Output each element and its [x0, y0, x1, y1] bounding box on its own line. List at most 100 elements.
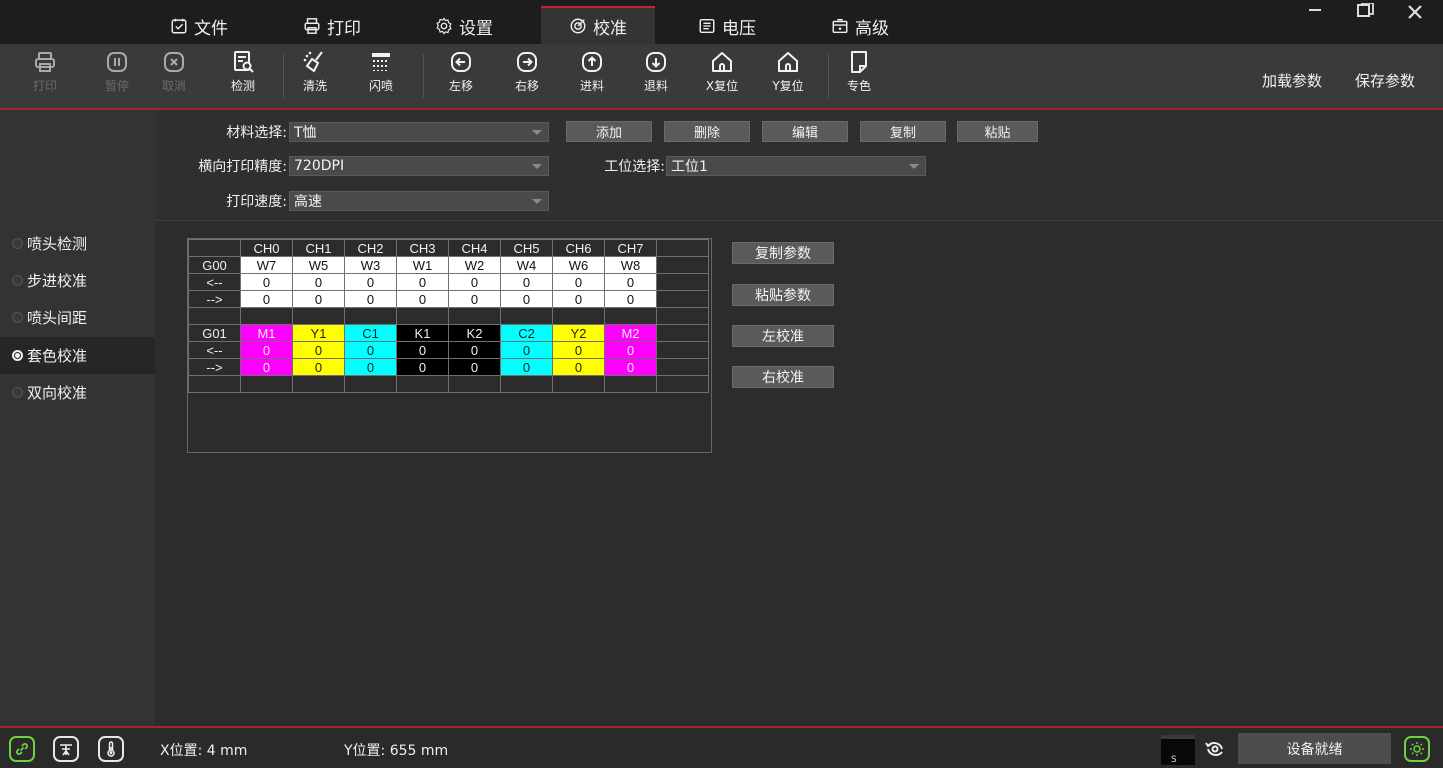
offset-cell[interactable]: 0	[292, 358, 345, 376]
temperature-status[interactable]	[98, 736, 124, 762]
tab-calibrate-label: 校准	[593, 18, 627, 39]
offset-cell[interactable]: 0	[500, 358, 553, 376]
y-home-button[interactable]: Y复位	[763, 50, 813, 94]
move-left-button[interactable]: 左移	[436, 50, 486, 94]
offset-cell[interactable]: 0	[344, 341, 397, 359]
inspect-button[interactable]: 检测	[218, 50, 268, 94]
restore-icon[interactable]	[1355, 0, 1375, 24]
offset-cell[interactable]: 0	[396, 290, 449, 308]
load-params-button[interactable]: 加载参数	[1262, 70, 1322, 91]
tab-voltage[interactable]: 电压	[698, 8, 756, 44]
flash-spray-icon	[372, 53, 390, 71]
calibrate-icon	[570, 18, 586, 34]
offset-cell[interactable]: 0	[396, 273, 449, 291]
offset-cell[interactable]: 0	[344, 273, 397, 291]
offset-cell[interactable]: 0	[292, 341, 345, 359]
minimize-icon[interactable]	[1305, 0, 1325, 24]
tab-voltage-label: 电压	[722, 18, 756, 39]
spot-color-button[interactable]: 专色	[834, 50, 884, 94]
column-header: CH0	[240, 239, 293, 257]
retract-button[interactable]: 退料	[631, 50, 681, 94]
tab-settings[interactable]: 设置	[435, 8, 493, 44]
flash-spray-button[interactable]: 闪喷	[356, 50, 406, 94]
paste-button[interactable]: 粘贴	[957, 121, 1038, 142]
left-offset-row: <-- 0 0 0 0 0 0 0 0	[188, 273, 709, 291]
offset-cell[interactable]: 0	[604, 290, 657, 308]
move-right-button[interactable]: 右移	[502, 50, 552, 94]
print-button[interactable]: 打印	[20, 50, 70, 94]
channel-cell: W1	[396, 256, 449, 274]
tab-settings-label: 设置	[459, 18, 493, 39]
tab-print[interactable]: 打印	[303, 8, 361, 44]
offset-cell[interactable]: 0	[448, 341, 501, 359]
pause-button[interactable]: 暂停	[92, 50, 142, 94]
connection-status[interactable]	[9, 736, 35, 762]
table-cell	[500, 375, 553, 393]
offset-cell[interactable]: 0	[240, 273, 293, 291]
offset-cell[interactable]: 0	[292, 290, 345, 308]
offset-cell[interactable]: 0	[448, 273, 501, 291]
inspect-icon	[234, 51, 254, 73]
right-offset-row: --> 0 0 0 0 0 0 0 0	[188, 358, 709, 376]
x-home-button[interactable]: X复位	[697, 50, 747, 94]
close-icon[interactable]	[1405, 0, 1425, 24]
offset-cell[interactable]: 0	[344, 290, 397, 308]
sidebar-item-bidirectional-calibrate[interactable]: 双向校准	[0, 374, 155, 411]
channel-cell: W3	[344, 256, 397, 274]
clean-button-label: 清洗	[302, 79, 327, 93]
refresh-status[interactable]	[1203, 737, 1227, 761]
material-select[interactable]: T恤	[289, 122, 549, 142]
row-header: G01	[188, 324, 241, 342]
right-calibrate-button[interactable]: 右校准	[732, 366, 834, 388]
offset-cell[interactable]: 0	[448, 290, 501, 308]
add-button[interactable]: 添加	[566, 121, 652, 142]
left-calibrate-button[interactable]: 左校准	[732, 325, 834, 347]
tab-file-label: 文件	[194, 18, 228, 39]
tab-calibrate[interactable]: 校准	[541, 6, 655, 44]
speed-select[interactable]: 高速	[289, 191, 549, 211]
copy-params-button[interactable]: 复制参数	[732, 242, 834, 264]
speed-label: 打印速度:	[226, 194, 287, 210]
sidebar-item-head-check[interactable]: 喷头检测	[0, 225, 155, 262]
tab-advanced[interactable]: 高级	[831, 8, 889, 44]
cancel-button[interactable]: 取消	[149, 50, 199, 94]
file-check-icon	[171, 18, 187, 34]
offset-cell[interactable]: 0	[448, 358, 501, 376]
offset-cell[interactable]: 0	[396, 341, 449, 359]
offset-cell[interactable]: 0	[604, 273, 657, 291]
offset-cell[interactable]: 0	[552, 341, 605, 359]
offset-cell[interactable]: 0	[604, 358, 657, 376]
paste-params-button[interactable]: 粘贴参数	[732, 284, 834, 306]
delete-button[interactable]: 删除	[664, 121, 750, 142]
offset-cell[interactable]: 0	[240, 358, 293, 376]
sidebar-item-head-spacing[interactable]: 喷头间距	[0, 299, 155, 336]
copy-button[interactable]: 复制	[860, 121, 946, 142]
save-params-button[interactable]: 保存参数	[1355, 70, 1415, 91]
offset-cell[interactable]: 0	[292, 273, 345, 291]
toolbar: 打印 暂停 取消 检测 清洗 闪喷 左移 右移 进料 退料 X复位 Y复位 专色…	[0, 44, 1443, 110]
offset-cell[interactable]: 0	[240, 290, 293, 308]
offset-cell[interactable]: 0	[396, 358, 449, 376]
offset-cell[interactable]: 0	[500, 290, 553, 308]
station-select[interactable]: 工位1	[666, 156, 926, 176]
tab-file[interactable]: 文件	[170, 8, 228, 44]
light-toggle[interactable]	[1404, 736, 1430, 762]
edit-button[interactable]: 编辑	[762, 121, 848, 142]
clean-button[interactable]: 清洗	[290, 50, 340, 94]
offset-cell[interactable]: 0	[344, 358, 397, 376]
offset-cell[interactable]: 0	[500, 273, 553, 291]
offset-cell[interactable]: 0	[552, 290, 605, 308]
sidebar-item-step-calibrate[interactable]: 步进校准	[0, 262, 155, 299]
column-header	[188, 239, 241, 257]
sidebar-item-color-registration[interactable]: 套色校准	[0, 337, 155, 374]
offset-cell[interactable]: 0	[240, 341, 293, 359]
feed-button[interactable]: 进料	[567, 50, 617, 94]
table-cell	[656, 375, 709, 393]
offset-cell[interactable]: 0	[604, 341, 657, 359]
offset-cell[interactable]: 0	[552, 273, 605, 291]
precision-select[interactable]: 720DPI	[289, 156, 549, 176]
offset-cell[interactable]: 0	[552, 358, 605, 376]
offset-cell[interactable]: 0	[500, 341, 553, 359]
fan-status[interactable]	[53, 736, 79, 762]
column-header: CH1	[292, 239, 345, 257]
